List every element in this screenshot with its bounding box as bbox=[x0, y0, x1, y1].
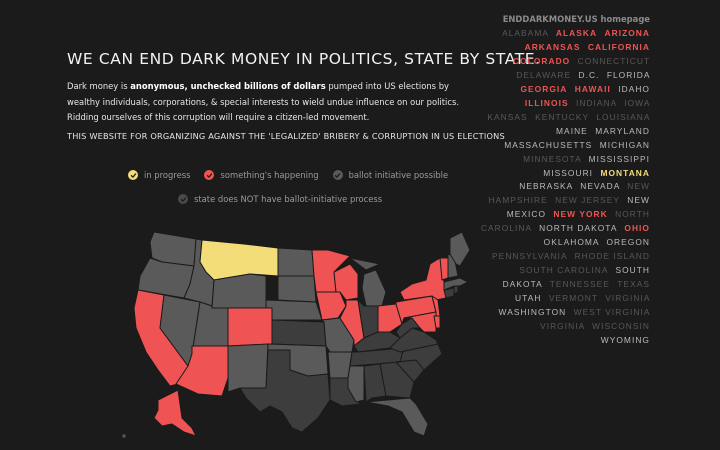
state-link[interactable]: Hawaii bbox=[575, 84, 611, 94]
state-link[interactable]: Indiana bbox=[576, 98, 617, 108]
us-map bbox=[121, 231, 470, 438]
state-link[interactable]: Delaware bbox=[516, 70, 571, 80]
state-link[interactable]: Washington bbox=[499, 307, 567, 317]
state-fl[interactable] bbox=[365, 397, 429, 437]
state-link[interactable]: Texas bbox=[617, 279, 650, 289]
state-link[interactable]: Nebraska bbox=[519, 181, 573, 191]
state-link[interactable]: Montana bbox=[600, 168, 650, 178]
state-link[interactable]: Oklahoma bbox=[544, 237, 599, 247]
state-link[interactable]: D.C. bbox=[578, 70, 599, 80]
state-link[interactable]: North Dakota bbox=[539, 223, 617, 233]
legend-in-progress: in progress bbox=[128, 170, 190, 180]
state-link[interactable]: Missouri bbox=[543, 168, 593, 178]
state-link[interactable]: Virginia bbox=[540, 321, 585, 331]
homepage-link[interactable]: ENDDARKMONEY.US homepage bbox=[503, 14, 650, 24]
check-icon bbox=[332, 170, 343, 180]
state-link[interactable]: Rhode Island bbox=[575, 251, 650, 261]
state-link[interactable]: Utah bbox=[515, 293, 541, 303]
state-co[interactable] bbox=[227, 307, 273, 347]
state-ak[interactable] bbox=[153, 389, 197, 437]
legend-not-possible: state does NOT have ballot-initiative pr… bbox=[178, 194, 382, 204]
state-link[interactable]: Ohio bbox=[624, 223, 650, 233]
state-link[interactable]: Kansas bbox=[487, 112, 527, 122]
state-link[interactable]: Wisconsin bbox=[592, 321, 650, 331]
state-link[interactable]: Idaho bbox=[618, 84, 650, 94]
state-link[interactable]: Colorado bbox=[513, 56, 570, 66]
state-link[interactable]: Michigan bbox=[600, 140, 650, 150]
state-link[interactable]: South Carolina bbox=[519, 265, 608, 275]
state-link[interactable]: Maryland bbox=[595, 126, 650, 136]
legend-happening: something's happening bbox=[204, 170, 319, 180]
state-link[interactable]: Oregon bbox=[606, 237, 650, 247]
state-link[interactable]: New Jersey bbox=[555, 195, 620, 205]
state-link[interactable]: Louisiana bbox=[596, 112, 650, 122]
legend: in progress something's happening ballot… bbox=[128, 170, 462, 180]
state-sd[interactable] bbox=[277, 275, 317, 303]
legend-label: state does NOT have ballot-initiative pr… bbox=[194, 194, 383, 204]
state-link[interactable]: Vermont bbox=[549, 293, 598, 303]
state-link[interactable]: West Virginia bbox=[574, 307, 650, 317]
intro-paragraph: Dark money is anonymous, unchecked billi… bbox=[67, 79, 467, 126]
state-link[interactable]: Georgia bbox=[520, 84, 567, 94]
site-purpose: THIS WEBSITE FOR ORGANIZING AGAINST THE … bbox=[67, 131, 505, 141]
state-link[interactable]: Iowa bbox=[624, 98, 650, 108]
legend-row-2: state does NOT have ballot-initiative pr… bbox=[178, 194, 396, 204]
state-link[interactable]: Pennsylvania bbox=[492, 251, 567, 261]
state-link[interactable]: Massachusetts bbox=[504, 140, 592, 150]
state-link[interactable]: Arkansas bbox=[525, 42, 581, 52]
state-ks[interactable] bbox=[271, 319, 327, 347]
states-panel: ENDDARKMONEY.US homepage Alabama Alaska … bbox=[481, 0, 650, 450]
check-icon bbox=[178, 194, 188, 204]
legend-possible: ballot initiative possible bbox=[332, 170, 449, 180]
state-link[interactable]: Minnesota bbox=[523, 154, 581, 164]
state-nd[interactable] bbox=[277, 247, 315, 277]
state-ri[interactable] bbox=[453, 285, 459, 295]
state-link[interactable]: Alabama bbox=[502, 28, 548, 38]
state-nm[interactable] bbox=[227, 343, 269, 393]
state-link[interactable]: Maine bbox=[556, 126, 588, 136]
state-link[interactable]: Illinois bbox=[525, 98, 569, 108]
state-ne[interactable] bbox=[265, 299, 323, 321]
state-link[interactable]: Mississippi bbox=[589, 154, 650, 164]
state-link[interactable]: California bbox=[588, 42, 650, 52]
legend-label: something's happening bbox=[220, 170, 319, 180]
intro-text-start: Dark money is bbox=[67, 81, 131, 91]
check-icon bbox=[204, 170, 215, 180]
state-link[interactable]: Virginia bbox=[605, 293, 650, 303]
state-link[interactable]: Kentucky bbox=[535, 112, 589, 122]
page-title: WE CAN END DARK MONEY IN POLITICS, STATE… bbox=[67, 50, 541, 68]
main-content: WE CAN END DARK MONEY IN POLITICS, STATE… bbox=[0, 0, 540, 450]
state-vt[interactable] bbox=[439, 257, 449, 281]
state-link[interactable]: Tennessee bbox=[550, 279, 610, 289]
state-link[interactable]: Connecticut bbox=[578, 56, 650, 66]
state-hi[interactable] bbox=[121, 433, 127, 438]
state-link[interactable]: Nevada bbox=[580, 181, 620, 191]
state-link[interactable]: Wyoming bbox=[601, 335, 650, 345]
legend-label: in progress bbox=[144, 170, 191, 180]
legend-label: ballot initiative possible bbox=[348, 170, 449, 180]
check-icon bbox=[128, 170, 138, 180]
intro-text-bold: anonymous, unchecked billions of dollars bbox=[130, 81, 326, 91]
state-ny[interactable] bbox=[399, 257, 447, 301]
state-link[interactable]: Alaska bbox=[556, 28, 597, 38]
state-link[interactable]: New York bbox=[553, 209, 607, 219]
state-wy[interactable] bbox=[211, 273, 267, 309]
state-mt[interactable] bbox=[199, 239, 279, 281]
state-list: Alabama Alaska Arizona Arkansas Californ… bbox=[480, 27, 650, 348]
state-link[interactable]: Florida bbox=[607, 70, 650, 80]
state-link[interactable]: Arizona bbox=[605, 28, 651, 38]
